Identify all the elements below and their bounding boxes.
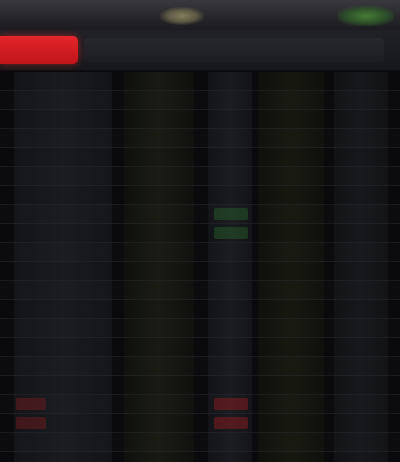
table-row[interactable] — [0, 243, 400, 262]
tab-bar-rest[interactable] — [84, 38, 384, 62]
status-indicator[interactable] — [338, 6, 394, 26]
negative-highlight — [16, 398, 46, 410]
table-row[interactable] — [0, 72, 400, 91]
negative-highlight — [214, 398, 248, 410]
table-row[interactable] — [0, 167, 400, 186]
table-row[interactable] — [0, 205, 400, 224]
table-row[interactable] — [0, 262, 400, 281]
data-table — [0, 72, 400, 462]
top-bar — [0, 0, 400, 31]
table-row[interactable] — [0, 129, 400, 148]
positive-highlight — [214, 208, 248, 220]
table-row[interactable] — [0, 300, 400, 319]
table-row[interactable] — [0, 281, 400, 300]
negative-highlight — [214, 417, 248, 429]
table-row[interactable] — [0, 338, 400, 357]
table-row[interactable] — [0, 148, 400, 167]
table-row[interactable] — [0, 395, 400, 414]
tab-active[interactable] — [0, 36, 78, 64]
positive-highlight — [214, 227, 248, 239]
table-row[interactable] — [0, 91, 400, 110]
table-row[interactable] — [0, 319, 400, 338]
table-row[interactable] — [0, 110, 400, 129]
table-row[interactable] — [0, 186, 400, 205]
title-indicator — [160, 7, 204, 25]
tab-strip — [0, 30, 400, 71]
negative-highlight — [16, 417, 46, 429]
table-row[interactable] — [0, 357, 400, 376]
table-row[interactable] — [0, 433, 400, 452]
table-row[interactable] — [0, 224, 400, 243]
table-row[interactable] — [0, 414, 400, 433]
table-row[interactable] — [0, 376, 400, 395]
